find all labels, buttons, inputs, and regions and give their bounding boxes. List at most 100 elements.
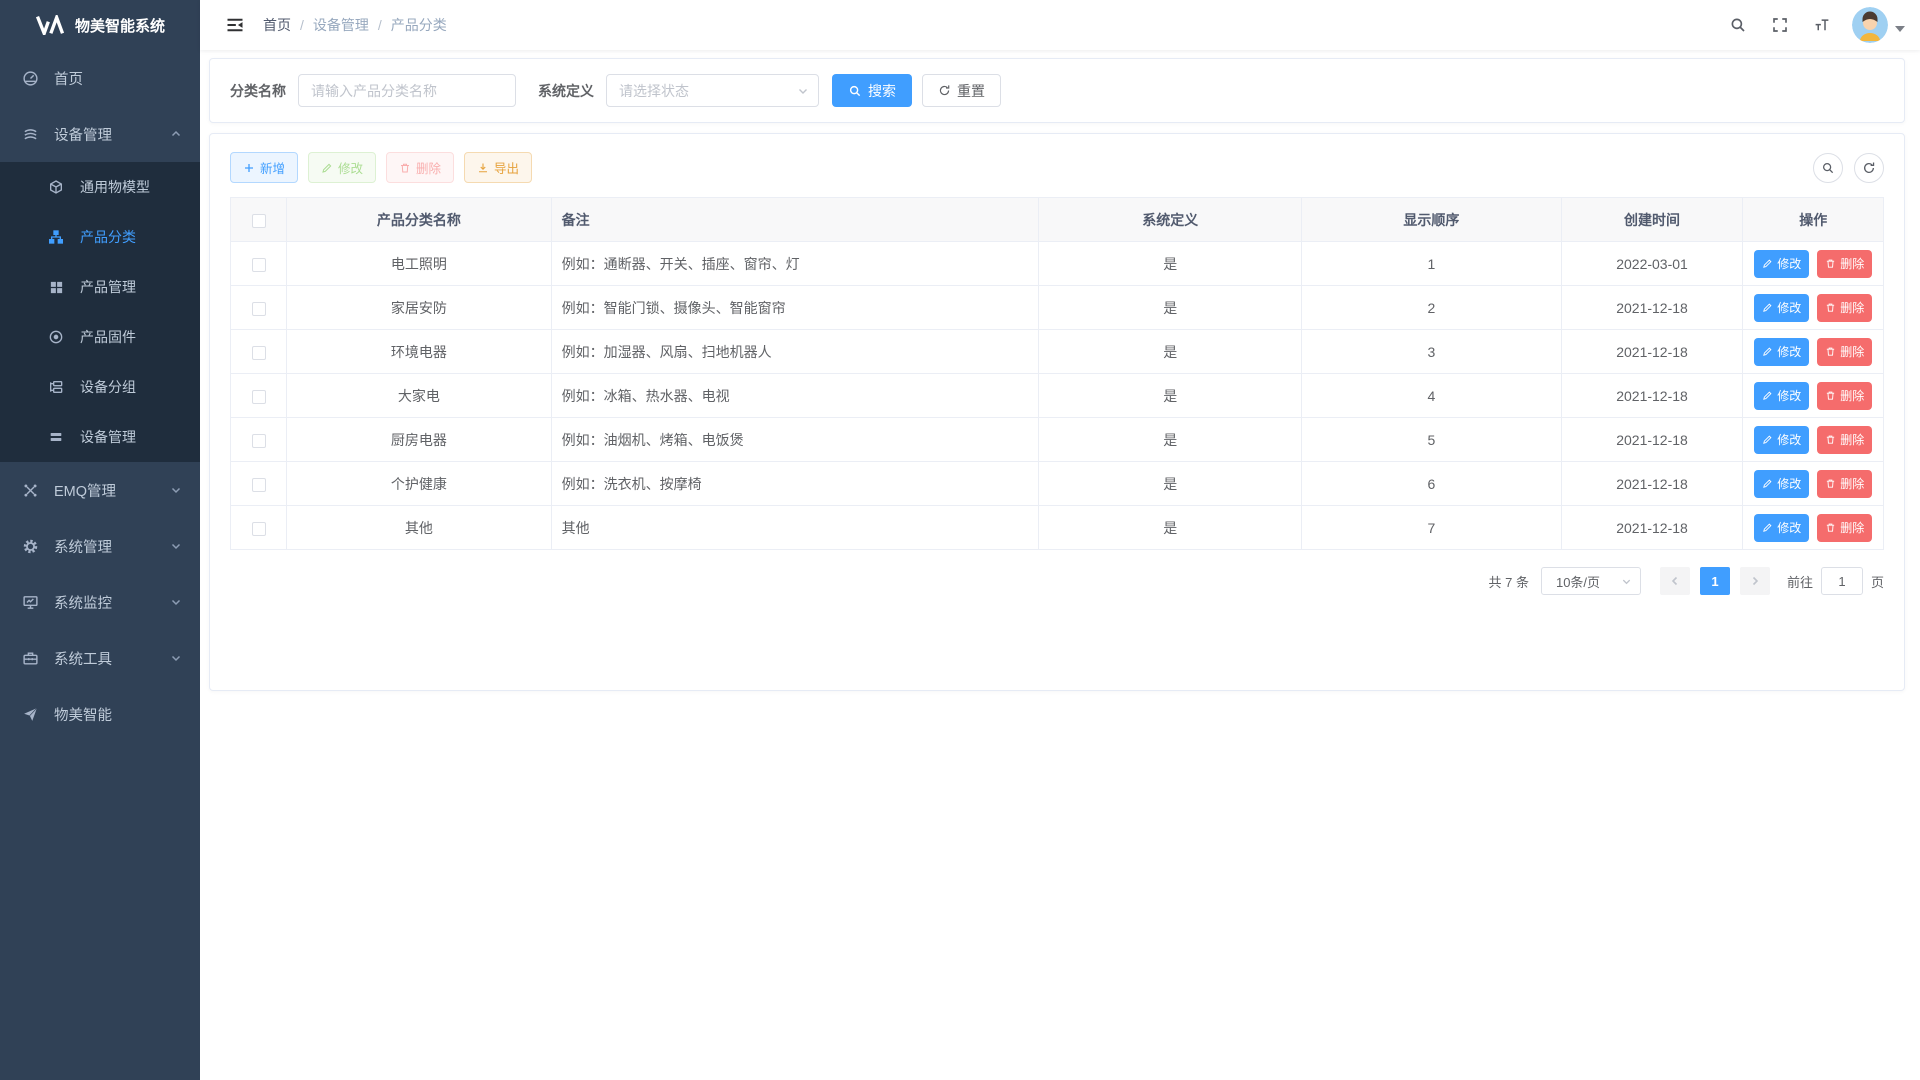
row-checkbox[interactable] xyxy=(252,434,266,448)
category-name-input[interactable] xyxy=(298,74,516,107)
cell-created: 2021-12-18 xyxy=(1561,330,1743,374)
delete-button[interactable]: 删除 xyxy=(386,152,454,183)
row-edit-button[interactable]: 修改 xyxy=(1754,426,1809,454)
font-size-icon[interactable] xyxy=(1804,5,1840,45)
cell-remark: 例如：加湿器、风扇、扫地机器人 xyxy=(551,330,1039,374)
row-edit-button[interactable]: 修改 xyxy=(1754,294,1809,322)
pagination: 共 7 条 10条/页 1 前往 xyxy=(230,567,1884,595)
next-page-button[interactable] xyxy=(1740,567,1770,595)
toggle-search-icon[interactable] xyxy=(1813,153,1843,183)
table-toolbar: 新增 修改 删除 导出 xyxy=(230,152,1884,183)
user-menu[interactable] xyxy=(1852,7,1905,43)
table-row[interactable]: 厨房电器 例如：油烟机、烤箱、电饭煲 是 5 2021-12-18 修改删除 xyxy=(231,418,1884,462)
goto-page-input[interactable] xyxy=(1821,567,1863,595)
collapse-sidebar-icon[interactable] xyxy=(215,15,255,35)
edit-button[interactable]: 修改 xyxy=(308,152,376,183)
add-button[interactable]: 新增 xyxy=(230,152,298,183)
cell-name: 环境电器 xyxy=(287,330,551,374)
row-edit-button[interactable]: 修改 xyxy=(1754,250,1809,278)
breadcrumb-current: 产品分类 xyxy=(391,15,447,35)
sidebar-item-emq[interactable]: EMQ管理 xyxy=(0,462,200,518)
cell-created: 2021-12-18 xyxy=(1561,374,1743,418)
fullscreen-icon[interactable] xyxy=(1762,5,1798,45)
logo[interactable]: 物美智能系统 xyxy=(0,0,200,50)
sidebar-item-device-manage[interactable]: 设备管理 xyxy=(0,106,200,162)
table-row[interactable]: 家居安防 例如：智能门锁、摄像头、智能窗帘 是 2 2021-12-18 修改删… xyxy=(231,286,1884,330)
sidebar-item-label: 产品分类 xyxy=(80,227,136,247)
add-button-label: 新增 xyxy=(260,158,285,177)
cell-name: 个护健康 xyxy=(287,462,551,506)
row-delete-button[interactable]: 删除 xyxy=(1817,426,1872,454)
sidebar-item-device-manage-sub[interactable]: 设备管理 xyxy=(0,412,200,462)
sidebar-item-product-category[interactable]: 产品分类 xyxy=(0,212,200,262)
table-row[interactable]: 大家电 例如：冰箱、热水器、电视 是 4 2021-12-18 修改删除 xyxy=(231,374,1884,418)
cell-created: 2021-12-18 xyxy=(1561,506,1743,550)
search-icon[interactable] xyxy=(1720,5,1756,45)
cell-order: 2 xyxy=(1302,286,1562,330)
row-delete-button[interactable]: 删除 xyxy=(1817,338,1872,366)
table-header-row: 产品分类名称 备注 系统定义 显示顺序 创建时间 操作 xyxy=(231,198,1884,242)
row-checkbox[interactable] xyxy=(252,478,266,492)
sidebar-item-product-firmware[interactable]: 产品固件 xyxy=(0,312,200,362)
chevron-down-icon xyxy=(170,652,182,664)
sidebar-item-thing-model[interactable]: 通用物模型 xyxy=(0,162,200,212)
row-delete-button[interactable]: 删除 xyxy=(1817,382,1872,410)
prev-page-button[interactable] xyxy=(1660,567,1690,595)
row-edit-button[interactable]: 修改 xyxy=(1754,382,1809,410)
table-row[interactable]: 环境电器 例如：加湿器、风扇、扫地机器人 是 3 2021-12-18 修改删除 xyxy=(231,330,1884,374)
avatar[interactable] xyxy=(1852,7,1888,43)
page-size-select[interactable]: 10条/页 xyxy=(1541,567,1641,595)
edit-button-label: 修改 xyxy=(338,158,363,177)
server-icon xyxy=(46,429,66,445)
table-row[interactable]: 个护健康 例如：洗衣机、按摩椅 是 6 2021-12-18 修改删除 xyxy=(231,462,1884,506)
sidebar-item-label: 通用物模型 xyxy=(80,177,150,197)
col-header-name: 产品分类名称 xyxy=(287,198,551,242)
export-button[interactable]: 导出 xyxy=(464,152,532,183)
row-edit-button[interactable]: 修改 xyxy=(1754,470,1809,498)
row-edit-button[interactable]: 修改 xyxy=(1754,338,1809,366)
sidebar-item-wumei[interactable]: 物美智能 xyxy=(0,686,200,742)
reset-button[interactable]: 重置 xyxy=(922,74,1001,107)
sidebar-item-home[interactable]: 首页 xyxy=(0,50,200,106)
sidebar-item-system-manage[interactable]: 系统管理 xyxy=(0,518,200,574)
row-delete-button[interactable]: 删除 xyxy=(1817,294,1872,322)
row-delete-button[interactable]: 删除 xyxy=(1817,470,1872,498)
sidebar-submenu-device: 通用物模型 产品分类 产品管理 产品固件 xyxy=(0,162,200,462)
select-placeholder: 请选择状态 xyxy=(619,81,689,101)
row-checkbox[interactable] xyxy=(252,258,266,272)
row-delete-button[interactable]: 删除 xyxy=(1817,514,1872,542)
cell-name: 大家电 xyxy=(287,374,551,418)
sidebar-item-device-group[interactable]: 设备分组 xyxy=(0,362,200,412)
row-checkbox[interactable] xyxy=(252,346,266,360)
row-checkbox[interactable] xyxy=(252,390,266,404)
cell-order: 3 xyxy=(1302,330,1562,374)
refresh-icon[interactable] xyxy=(1854,153,1884,183)
row-delete-button[interactable]: 删除 xyxy=(1817,250,1872,278)
system-defined-select[interactable]: 请选择状态 xyxy=(606,74,819,107)
table-row[interactable]: 电工照明 例如：通断器、开关、插座、窗帘、灯 是 1 2022-03-01 修改… xyxy=(231,242,1884,286)
row-edit-button[interactable]: 修改 xyxy=(1754,514,1809,542)
table-panel: 新增 修改 删除 导出 xyxy=(209,133,1905,691)
sidebar-item-label: 设备管理 xyxy=(80,427,136,447)
table-row[interactable]: 其他 其他 是 7 2021-12-18 修改删除 xyxy=(231,506,1884,550)
cell-order: 1 xyxy=(1302,242,1562,286)
sidebar-item-system-monitor[interactable]: 系统监控 xyxy=(0,574,200,630)
search-button[interactable]: 搜索 xyxy=(832,74,912,107)
topbar: 首页 / 设备管理 / 产品分类 xyxy=(200,0,1920,50)
cell-remark: 例如：洗衣机、按摩椅 xyxy=(551,462,1039,506)
cell-system: 是 xyxy=(1039,330,1302,374)
breadcrumb-home[interactable]: 首页 xyxy=(263,15,291,35)
page-number-current[interactable]: 1 xyxy=(1700,567,1730,595)
category-name-label: 分类名称 xyxy=(230,81,286,101)
sidebar-item-product-manage[interactable]: 产品管理 xyxy=(0,262,200,312)
cell-name: 其他 xyxy=(287,506,551,550)
cell-remark: 例如：油烟机、烤箱、电饭煲 xyxy=(551,418,1039,462)
select-all-checkbox[interactable] xyxy=(252,214,266,228)
row-checkbox[interactable] xyxy=(252,302,266,316)
cell-remark: 其他 xyxy=(551,506,1039,550)
dot-circle-icon xyxy=(46,329,66,345)
sidebar-item-system-tools[interactable]: 系统工具 xyxy=(0,630,200,686)
row-checkbox[interactable] xyxy=(252,522,266,536)
monitor-icon xyxy=(20,594,40,611)
breadcrumb-separator: / xyxy=(300,17,304,33)
